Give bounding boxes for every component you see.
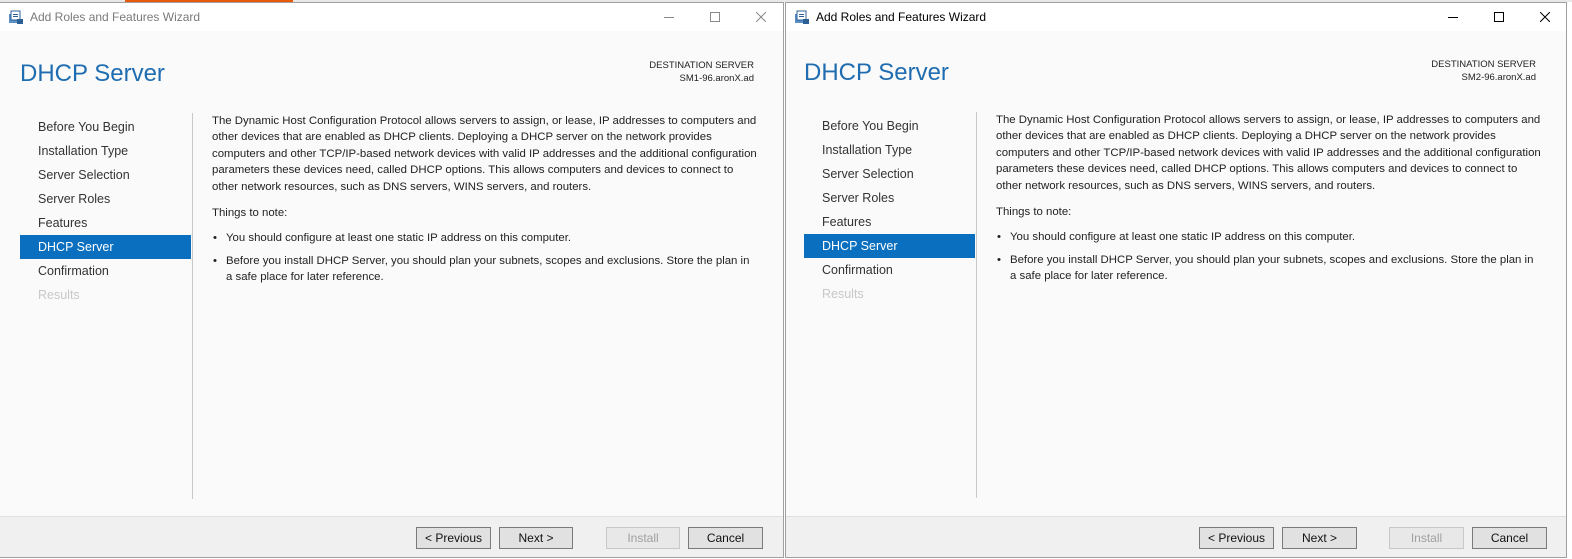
wizard-window-sm1[interactable]: Add Roles and Features Wizard DHCP Serve… [0,2,784,558]
previous-button[interactable]: < Previous [1199,527,1274,549]
next-button[interactable]: Next > [1282,527,1357,549]
nav-item-features[interactable]: Features [20,211,191,235]
things-to-note-heading: Things to note: [212,207,288,220]
close-icon[interactable] [738,3,784,31]
nav-item-dhcp-server[interactable]: DHCP Server [20,235,191,259]
next-button[interactable]: Next > [499,527,573,549]
nav-item-confirmation[interactable]: Confirmation [804,258,975,282]
nav-divider [192,113,193,499]
page-title: DHCP Server [804,59,949,86]
nav-item-server-roles[interactable]: Server Roles [804,186,975,210]
description-text: The Dynamic Host Configuration Protocol … [996,114,1541,192]
nav-item-features[interactable]: Features [804,210,975,234]
content-pane: The Dynamic Host Configuration Protocol … [212,113,757,292]
maximize-icon[interactable] [692,3,738,31]
maximize-icon[interactable] [1476,3,1522,31]
list-item: You should configure at least one static… [996,229,1541,246]
nav-item-server-selection[interactable]: Server Selection [20,163,191,187]
cancel-button[interactable]: Cancel [1472,527,1547,549]
minimize-icon[interactable] [1430,3,1476,31]
nav-divider [976,112,977,498]
close-icon[interactable] [1522,3,1568,31]
nav-item-before-you-begin[interactable]: Before You Begin [20,115,191,139]
list-item: You should configure at least one static… [212,230,757,247]
nav-item-server-roles[interactable]: Server Roles [20,187,191,211]
page-title: DHCP Server [20,60,165,87]
title-bar[interactable]: Add Roles and Features Wizard [786,3,1566,31]
destination-server-name: SM2-96.aronX.ad [1461,72,1536,83]
destination-server-info: DESTINATION SERVER SM2-96.aronX.ad [1431,58,1536,84]
title-bar[interactable]: Add Roles and Features Wizard [0,3,783,31]
server-manager-icon [8,9,24,25]
list-item: Before you install DHCP Server, you shou… [212,253,757,286]
list-item: Before you install DHCP Server, you shou… [996,252,1541,285]
wizard-nav: Before You Begin Installation Type Serve… [20,115,191,307]
nav-item-server-selection[interactable]: Server Selection [804,162,975,186]
notes-list: You should configure at least one static… [212,230,757,285]
nav-item-dhcp-server[interactable]: DHCP Server [804,234,975,258]
destination-server-info: DESTINATION SERVER SM1-96.aronX.ad [649,59,754,85]
description-text: The Dynamic Host Configuration Protocol … [212,115,757,193]
minimize-icon[interactable] [646,3,692,31]
previous-button[interactable]: < Previous [416,527,491,549]
destination-server-label: DESTINATION SERVER [649,60,754,71]
destination-server-name: SM1-96.aronX.ad [679,73,754,84]
nav-item-results: Results [38,288,80,302]
button-bar: < Previous Next > Install Cancel [0,516,783,557]
nav-item-installation-type[interactable]: Installation Type [804,138,975,162]
nav-item-installation-type[interactable]: Installation Type [20,139,191,163]
wizard-nav: Before You Begin Installation Type Serve… [804,114,975,306]
install-button: Install [1389,527,1464,549]
cancel-button[interactable]: Cancel [688,527,763,549]
nav-item-before-you-begin[interactable]: Before You Begin [804,114,975,138]
window-title: Add Roles and Features Wizard [816,10,987,24]
nav-item-confirmation[interactable]: Confirmation [20,259,191,283]
destination-server-label: DESTINATION SERVER [1431,59,1536,70]
things-to-note-heading: Things to note: [996,206,1072,219]
content-pane: The Dynamic Host Configuration Protocol … [996,112,1541,291]
wizard-window-sm2[interactable]: Add Roles and Features Wizard DHCP Serve… [785,2,1567,558]
window-title: Add Roles and Features Wizard [30,10,201,24]
install-button: Install [606,527,680,549]
nav-item-results: Results [822,287,864,301]
server-manager-icon [794,9,810,25]
notes-list: You should configure at least one static… [996,229,1541,284]
button-bar: < Previous Next > Install Cancel [786,516,1566,557]
